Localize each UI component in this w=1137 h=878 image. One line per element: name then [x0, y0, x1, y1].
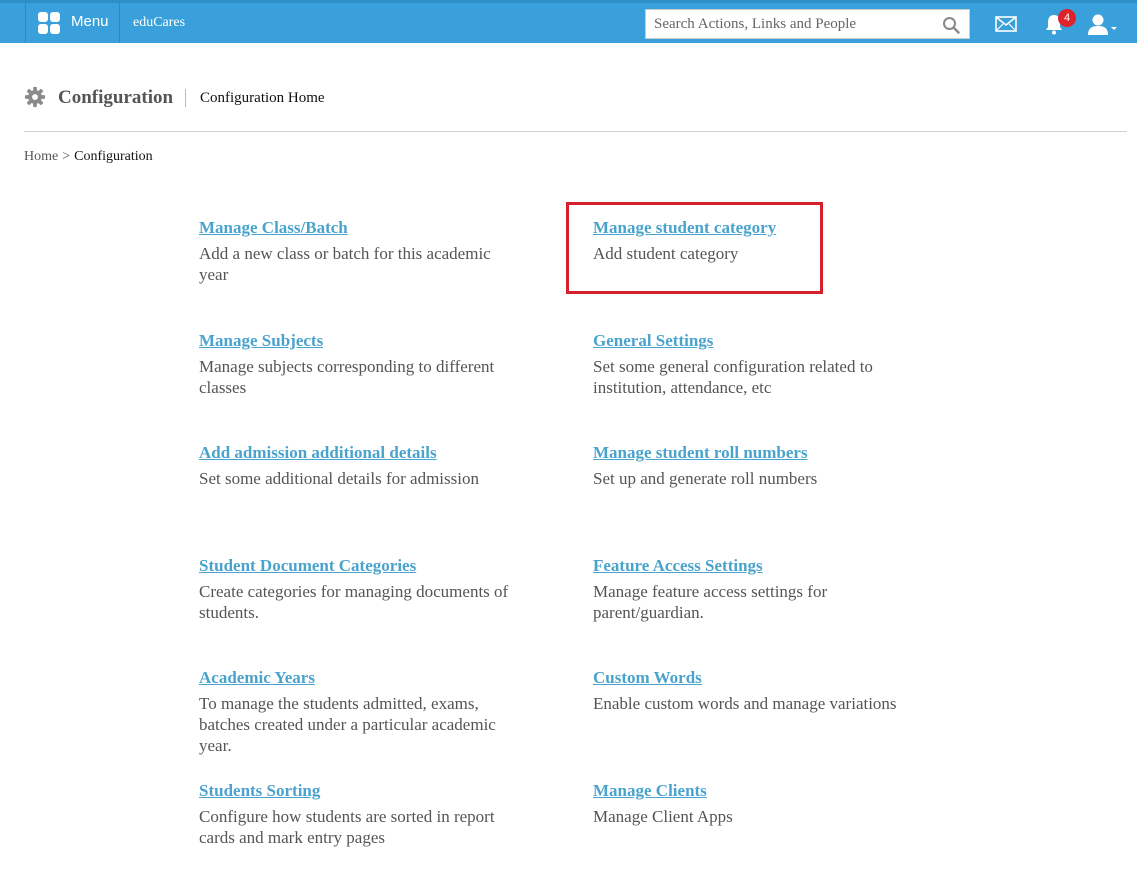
- page-subtitle: Configuration Home: [200, 90, 325, 106]
- user-avatar-icon[interactable]: [1087, 13, 1119, 37]
- brand-name[interactable]: eduCares: [133, 15, 185, 31]
- search-box: [645, 9, 970, 39]
- feature-access-settings-description: Manage feature access settings for paren…: [593, 582, 828, 622]
- students-sorting-link[interactable]: Students Sorting: [199, 780, 509, 802]
- header-divider: [24, 131, 1127, 132]
- breadcrumb-home-link[interactable]: Home: [24, 149, 58, 164]
- admission-additional-details-link[interactable]: Add admission additional details: [199, 442, 509, 464]
- search-icon[interactable]: [942, 16, 960, 34]
- page-title: Configuration: [58, 87, 174, 108]
- menu-label: Menu: [71, 13, 109, 30]
- config-item-manage-class-batch: Manage Class/Batch Add a new class or ba…: [199, 217, 509, 285]
- custom-words-link[interactable]: Custom Words: [593, 667, 903, 689]
- config-item-manage-subjects: Manage Subjects Manage subjects correspo…: [199, 330, 509, 398]
- custom-words-description: Enable custom words and manage variation…: [593, 694, 897, 713]
- general-settings-link[interactable]: General Settings: [593, 330, 903, 352]
- breadcrumb-current: Configuration: [74, 149, 153, 164]
- menu-button[interactable]: Menu: [25, 3, 120, 43]
- config-item-custom-words: Custom Words Enable custom words and man…: [593, 667, 903, 714]
- breadcrumb-separator: >: [62, 149, 71, 164]
- manage-subjects-link[interactable]: Manage Subjects: [199, 330, 509, 352]
- highlight-annotation-box: [566, 202, 823, 294]
- students-sorting-description: Configure how students are sorted in rep…: [199, 807, 495, 847]
- manage-clients-link[interactable]: Manage Clients: [593, 780, 903, 802]
- student-document-categories-description: Create categories for managing documents…: [199, 582, 509, 622]
- admission-additional-details-description: Set some additional details for admissio…: [199, 469, 479, 488]
- manage-subjects-description: Manage subjects corresponding to differe…: [199, 357, 495, 397]
- manage-clients-description: Manage Client Apps: [593, 807, 733, 826]
- academic-years-description: To manage the students admitted, exams, …: [199, 694, 496, 755]
- config-item-feature-access-settings: Feature Access Settings Manage feature a…: [593, 555, 903, 623]
- student-document-categories-link[interactable]: Student Document Categories: [199, 555, 509, 577]
- title-divider: [185, 89, 186, 107]
- academic-years-link[interactable]: Academic Years: [199, 667, 509, 689]
- mail-icon[interactable]: [995, 16, 1017, 32]
- config-item-general-settings: General Settings Set some general config…: [593, 330, 903, 398]
- config-item-student-document-categories: Student Document Categories Create categ…: [199, 555, 509, 623]
- search-input[interactable]: [646, 10, 926, 38]
- gear-icon: [24, 86, 46, 108]
- config-item-academic-years: Academic Years To manage the students ad…: [199, 667, 509, 756]
- manage-class-batch-description: Add a new class or batch for this academ…: [199, 244, 491, 284]
- manage-roll-numbers-link[interactable]: Manage student roll numbers: [593, 442, 903, 464]
- config-item-manage-roll-numbers: Manage student roll numbers Set up and g…: [593, 442, 903, 489]
- config-item-manage-clients: Manage Clients Manage Client Apps: [593, 780, 903, 827]
- general-settings-description: Set some general configuration related t…: [593, 357, 873, 397]
- manage-roll-numbers-description: Set up and generate roll numbers: [593, 469, 818, 488]
- config-item-admission-additional-details: Add admission additional details Set som…: [199, 442, 509, 489]
- config-item-students-sorting: Students Sorting Configure how students …: [199, 780, 509, 848]
- grid-menu-icon: [38, 12, 60, 34]
- manage-class-batch-link[interactable]: Manage Class/Batch: [199, 217, 509, 239]
- top-navigation-bar: Menu eduCares 4: [0, 0, 1137, 43]
- feature-access-settings-link[interactable]: Feature Access Settings: [593, 555, 903, 577]
- breadcrumb: Home > Configuration: [24, 149, 153, 165]
- notification-badge: 4: [1058, 9, 1076, 27]
